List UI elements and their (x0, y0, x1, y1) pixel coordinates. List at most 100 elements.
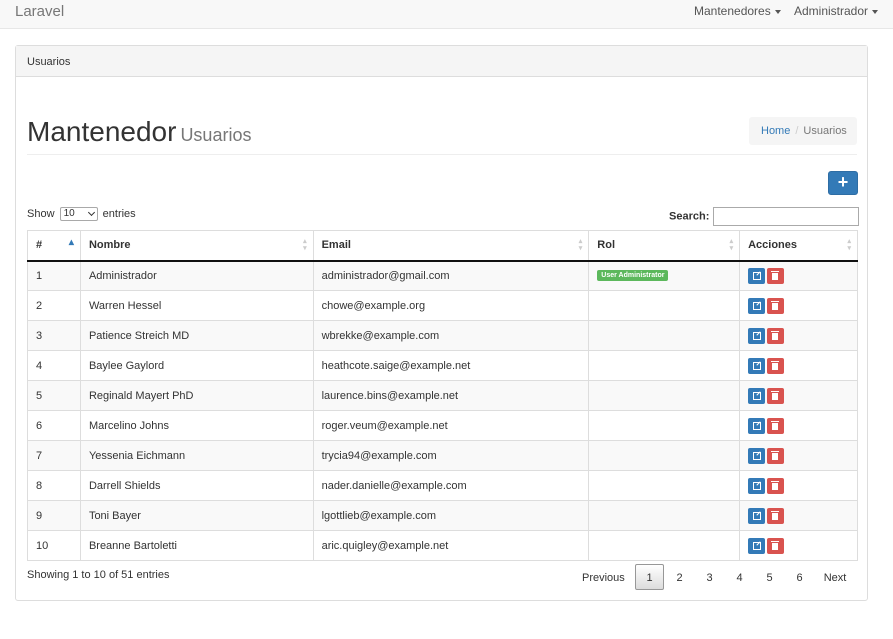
pagination-page-5[interactable]: 5 (755, 564, 784, 590)
pagination-page-6[interactable]: 6 (785, 564, 814, 590)
show-label: Show (27, 207, 55, 220)
entries-select[interactable]: 10 (59, 207, 98, 221)
delete-button[interactable] (767, 417, 785, 434)
cell-name: Breanne Bartoletti (79, 530, 314, 561)
cell-id: 1 (27, 260, 81, 291)
pagination-page-2[interactable]: 2 (665, 564, 694, 590)
cell-email: heathcote.saige@example.net (312, 350, 590, 381)
table-info: Showing 1 to 10 of 51 entries (27, 569, 170, 581)
cell-actions (739, 290, 858, 321)
column-header-acciones[interactable]: Acciones (739, 230, 858, 262)
caret-down-icon (872, 9, 879, 14)
cell-email: administrador@gmail.com (312, 260, 590, 291)
cell-role (588, 500, 741, 531)
menu-administrador-label: Administrador (794, 4, 869, 18)
delete-button[interactable] (767, 327, 785, 344)
edit-button[interactable] (748, 507, 766, 524)
cell-email: laurence.bins@example.net (312, 380, 590, 411)
cell-id: 9 (27, 500, 81, 531)
pagination-page-1[interactable]: 1 (635, 564, 664, 590)
top-navbar: Laravel Mantenedores Administrador (0, 0, 893, 29)
delete-button[interactable] (767, 267, 785, 284)
cell-id: 6 (27, 410, 81, 441)
cell-email: lgottlieb@example.com (312, 500, 590, 531)
cell-actions (739, 440, 858, 471)
page-subtitle: Usuarios (180, 125, 252, 145)
pagination-page-3[interactable]: 3 (695, 564, 724, 590)
breadcrumb-separator: / (795, 125, 799, 137)
edit-button[interactable] (748, 387, 766, 404)
edit-button[interactable] (748, 357, 766, 374)
role-badge: User Administrator (597, 270, 669, 282)
cell-role (588, 440, 741, 471)
pagination-previous[interactable]: Previous (581, 564, 625, 590)
pagination-next[interactable]: Next (819, 564, 851, 590)
panel-heading: Usuarios (16, 46, 867, 77)
edit-button[interactable] (748, 297, 766, 314)
menu-administrador[interactable]: Administrador (794, 4, 879, 18)
edit-button[interactable] (748, 417, 766, 434)
table-row: 4 Baylee Gaylord heathcote.saige@example.n… (27, 350, 858, 381)
table-row: 8 Darrell Shields nader.danielle@example.c… (27, 470, 858, 501)
table-row: 5 Reginald Mayert PhD laurence.bins@exampl… (27, 380, 858, 411)
edit-button[interactable] (748, 267, 766, 284)
cell-id: 4 (27, 350, 81, 381)
cell-name: Administrador (79, 260, 314, 291)
edit-button[interactable] (748, 477, 766, 494)
chevron-down-icon (87, 208, 95, 217)
entries-length-control: Show 10 entries (27, 207, 136, 221)
add-user-button[interactable]: + (828, 171, 858, 195)
delete-button[interactable] (767, 357, 785, 374)
entries-select-value: 10 (63, 208, 75, 219)
edit-button[interactable] (748, 537, 766, 554)
menu-mantenedores[interactable]: Mantenedores (694, 4, 781, 18)
delete-button[interactable] (767, 447, 785, 464)
cell-role: User Administrator (588, 260, 741, 291)
page-title-main: Mantenedor (27, 116, 177, 147)
search-label: Search: (669, 210, 710, 223)
cell-email: wbrekke@example.com (312, 320, 590, 351)
pagination-page-4[interactable]: 4 (725, 564, 754, 590)
cell-id: 5 (27, 380, 81, 411)
column-header-rol[interactable]: Rol (588, 230, 741, 262)
delete-button[interactable] (767, 477, 785, 494)
breadcrumb-current: Usuarios (803, 125, 847, 137)
cell-role (588, 530, 741, 561)
users-table: # Nombre Email Rol Acciones 1Administrad… (27, 230, 858, 561)
column-header-email[interactable]: Email (312, 230, 590, 262)
edit-button[interactable] (748, 327, 766, 344)
page-title: Mantenedor Usuarios (27, 116, 251, 148)
delete-button[interactable] (767, 387, 785, 404)
cell-name: Toni Bayer (79, 500, 314, 531)
delete-button[interactable] (767, 507, 785, 524)
brand-link[interactable]: Laravel (15, 3, 64, 20)
cell-name: Patience Streich MD (79, 320, 314, 351)
breadcrumb: Home / Usuarios (749, 117, 857, 145)
cell-role (588, 470, 741, 501)
cell-role (588, 320, 741, 351)
delete-button[interactable] (767, 537, 785, 554)
cell-actions (739, 350, 858, 381)
cell-actions (739, 320, 858, 351)
cell-actions (739, 470, 858, 501)
caret-down-icon (774, 9, 781, 14)
cell-email: chowe@example.org (312, 290, 590, 321)
delete-button[interactable] (767, 297, 785, 314)
entries-label: entries (102, 207, 136, 220)
cell-id: 7 (27, 440, 81, 471)
breadcrumb-home-link[interactable]: Home (761, 125, 790, 137)
cell-name: Darrell Shields (79, 470, 314, 501)
users-panel: Usuarios Mantenedor Usuarios Home / Usuario… (15, 45, 868, 601)
edit-button[interactable] (748, 447, 766, 464)
cell-actions (739, 260, 858, 291)
cell-actions (739, 380, 858, 411)
table-row: 10 Breanne Bartoletti aric.quigley@example… (27, 530, 858, 561)
cell-role (588, 290, 741, 321)
cell-name: Warren Hessel (79, 290, 314, 321)
search-input[interactable] (713, 207, 860, 226)
column-header-nombre[interactable]: Nombre (79, 230, 314, 262)
plus-icon: + (837, 172, 849, 192)
table-row: 1 Administrador administrador@gmail.com Use… (27, 260, 858, 291)
column-header-id[interactable]: # (27, 230, 81, 262)
menu-mantenedores-label: Mantenedores (694, 4, 771, 18)
